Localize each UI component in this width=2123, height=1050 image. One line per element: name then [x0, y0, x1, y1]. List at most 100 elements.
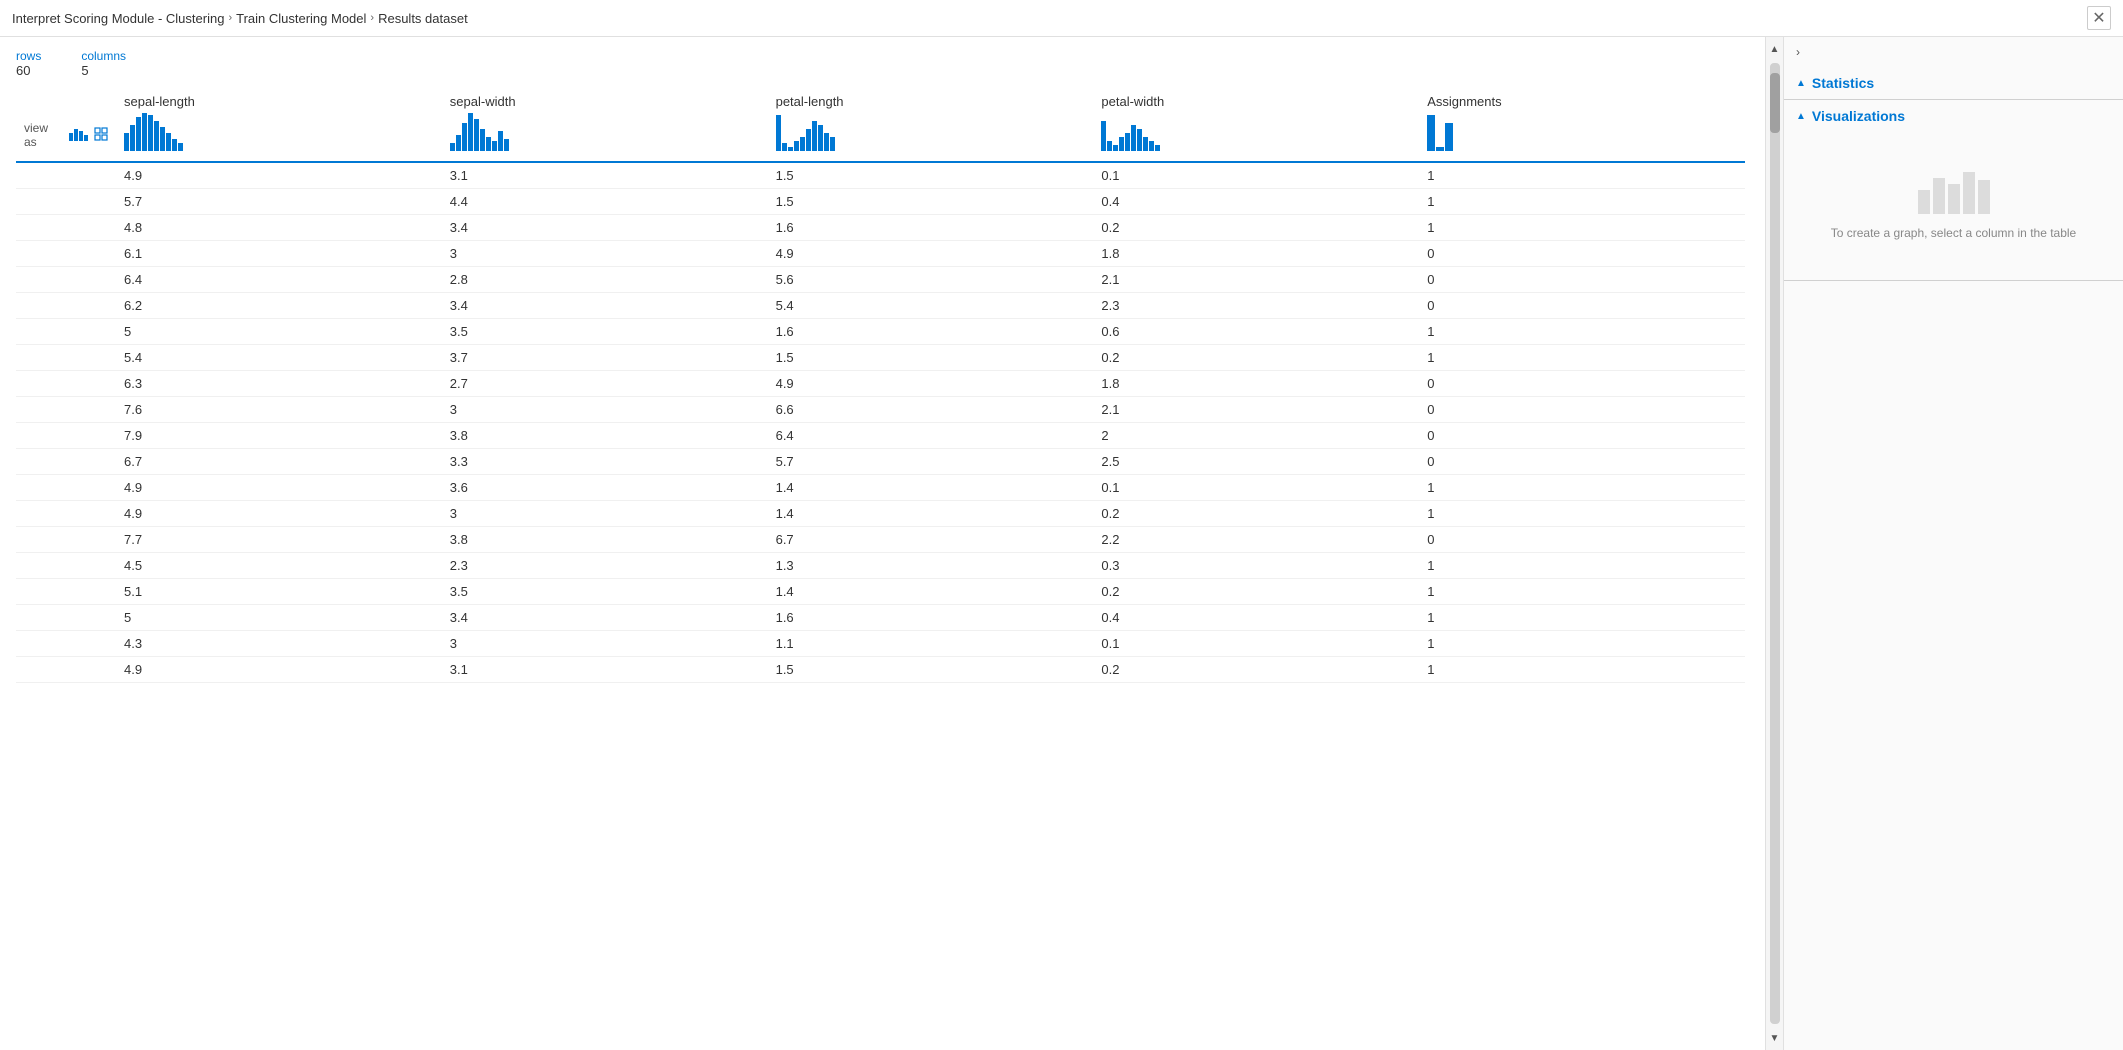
- col-header-petal-length[interactable]: petal-length: [768, 90, 1094, 162]
- table-row: 6.32.74.91.80: [16, 371, 1745, 397]
- table-cell: 3.1: [442, 657, 768, 683]
- table-cell: 1.8: [1093, 371, 1419, 397]
- table-cell: 1: [1419, 605, 1745, 631]
- table-cell: 1.3: [768, 553, 1094, 579]
- histogram-petal-length: [776, 113, 1086, 153]
- table-row: 4.93.61.40.11: [16, 475, 1745, 501]
- table-row: 4.93.11.50.11: [16, 162, 1745, 189]
- table-cell: 2.8: [442, 267, 768, 293]
- col-header-assignments[interactable]: Assignments: [1419, 90, 1745, 162]
- meta-rows: rows 60: [16, 49, 41, 78]
- visualizations-collapse-icon: ▲: [1796, 111, 1806, 122]
- table-cell: 0.1: [1093, 631, 1419, 657]
- table-cell: 5.4: [116, 345, 442, 371]
- table-cell: 5: [116, 319, 442, 345]
- table-cell: 0: [1419, 293, 1745, 319]
- table-row: 5.43.71.50.21: [16, 345, 1745, 371]
- row-num-cell: [16, 319, 116, 345]
- breadcrumb-part1: Interpret Scoring Module - Clustering: [12, 11, 224, 26]
- table-row: 53.51.60.61: [16, 319, 1745, 345]
- table-cell: 1: [1419, 475, 1745, 501]
- table-cell: 1: [1419, 553, 1745, 579]
- table-cell: 3.4: [442, 293, 768, 319]
- table-cell: 1.6: [768, 215, 1094, 241]
- col-header-sepal-width[interactable]: sepal-width: [442, 90, 768, 162]
- table-cell: 4.9: [768, 241, 1094, 267]
- breadcrumb-sep1: ›: [228, 12, 232, 24]
- table-cell: 3: [442, 241, 768, 267]
- view-as-label: view as: [24, 121, 63, 149]
- table-cell: 0: [1419, 371, 1745, 397]
- table-cell: 0: [1419, 449, 1745, 475]
- table-cell: 1.6: [768, 605, 1094, 631]
- statistics-label: Statistics: [1812, 75, 1874, 91]
- data-table: view as: [16, 90, 1745, 683]
- table-cell: 3.5: [442, 579, 768, 605]
- scroll-down-button[interactable]: ▼: [1767, 1028, 1783, 1048]
- statistics-header[interactable]: ▲ Statistics: [1784, 67, 2123, 99]
- table-cell: 0.6: [1093, 319, 1419, 345]
- table-cell: 1.5: [768, 657, 1094, 683]
- table-cell: 4.4: [442, 189, 768, 215]
- right-panel: › ▲ Statistics ▲ Visualizations: [1783, 37, 2123, 1050]
- visualizations-label: Visualizations: [1812, 108, 1905, 124]
- table-cell: 1: [1419, 657, 1745, 683]
- table-cell: 1: [1419, 215, 1745, 241]
- table-cell: 5.7: [116, 189, 442, 215]
- table-cell: 3: [442, 501, 768, 527]
- close-button[interactable]: ✕: [2087, 6, 2111, 30]
- row-num-cell: [16, 397, 116, 423]
- table-icon[interactable]: [94, 127, 108, 144]
- table-cell: 2.1: [1093, 267, 1419, 293]
- table-cell: 5: [116, 605, 442, 631]
- table-cell: 3.3: [442, 449, 768, 475]
- table-cell: 1.4: [768, 475, 1094, 501]
- table-cell: 0.3: [1093, 553, 1419, 579]
- table-row: 6.42.85.62.10: [16, 267, 1745, 293]
- table-cell: 6.6: [768, 397, 1094, 423]
- table-cell: 6.4: [116, 267, 442, 293]
- row-num-cell: [16, 527, 116, 553]
- table-cell: 3.8: [442, 423, 768, 449]
- breadcrumb-part2: Train Clustering Model: [236, 11, 366, 26]
- table-cell: 7.7: [116, 527, 442, 553]
- rows-label: rows: [16, 49, 41, 63]
- table-cell: 5.6: [768, 267, 1094, 293]
- table-row: 6.134.91.80: [16, 241, 1745, 267]
- right-panel-expand[interactable]: ›: [1784, 37, 2123, 67]
- bar-chart-icon[interactable]: [69, 129, 88, 141]
- table-row: 7.93.86.420: [16, 423, 1745, 449]
- expand-icon: ›: [1796, 45, 1800, 59]
- main-content: rows 60 columns 5 view as: [0, 37, 2123, 1050]
- scroll-track[interactable]: [1770, 63, 1780, 1024]
- table-cell: 3.4: [442, 215, 768, 241]
- table-cell: 3: [442, 397, 768, 423]
- table-cell: 4.3: [116, 631, 442, 657]
- table-cell: 1: [1419, 579, 1745, 605]
- table-cell: 2.5: [1093, 449, 1419, 475]
- row-num-cell: [16, 189, 116, 215]
- scrollbar[interactable]: ▲ ▼: [1765, 37, 1783, 1050]
- table-cell: 0: [1419, 397, 1745, 423]
- table-cell: 2.7: [442, 371, 768, 397]
- table-cell: 1.4: [768, 579, 1094, 605]
- visualizations-header[interactable]: ▲ Visualizations: [1784, 100, 2123, 132]
- table-cell: 4.8: [116, 215, 442, 241]
- table-cell: 3.5: [442, 319, 768, 345]
- table-cell: 0.1: [1093, 162, 1419, 189]
- scroll-thumb[interactable]: [1770, 73, 1780, 133]
- table-cell: 4.9: [116, 475, 442, 501]
- table-cell: 5.1: [116, 579, 442, 605]
- col-header-sepal-length[interactable]: sepal-length: [116, 90, 442, 162]
- row-num-cell: [16, 553, 116, 579]
- table-cell: 5.7: [768, 449, 1094, 475]
- table-cell: 0: [1419, 423, 1745, 449]
- table-cell: 2.2: [1093, 527, 1419, 553]
- col-header-petal-width[interactable]: petal-width: [1093, 90, 1419, 162]
- table-cell: 4.9: [116, 162, 442, 189]
- scroll-up-button[interactable]: ▲: [1767, 39, 1783, 59]
- viz-placeholder: To create a graph, select a column in th…: [1784, 132, 2123, 280]
- table-cell: 6.3: [116, 371, 442, 397]
- row-num-cell: [16, 657, 116, 683]
- table-cell: 1.4: [768, 501, 1094, 527]
